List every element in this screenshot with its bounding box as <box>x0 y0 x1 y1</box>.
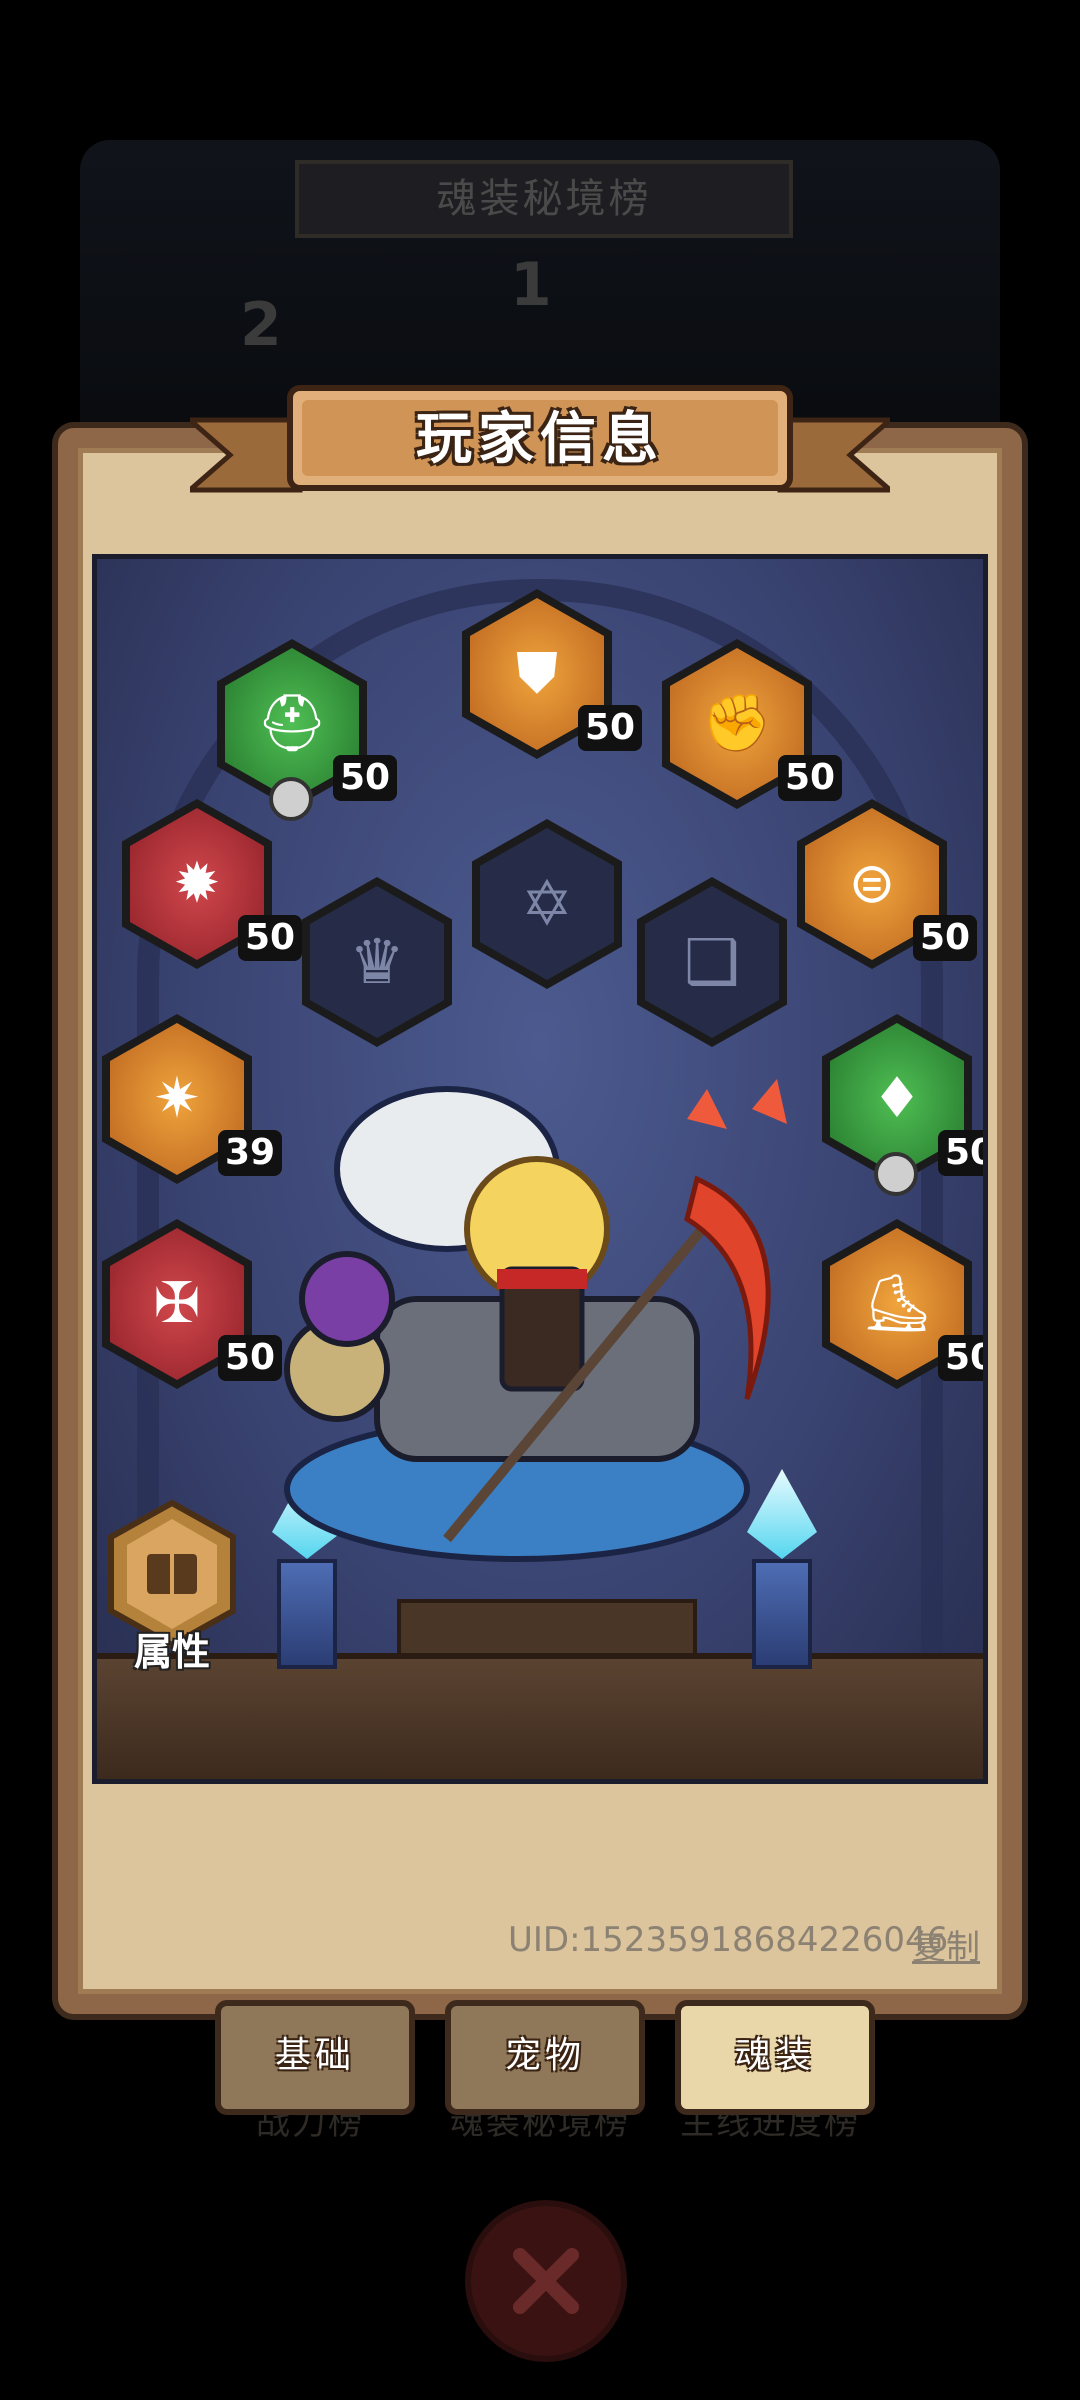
equip-slot-armor[interactable]: ⛊ 50 <box>462 589 642 759</box>
panel-title: 玩家信息 <box>416 407 664 472</box>
gauntlet-icon: ✊ <box>702 691 772 756</box>
crown-icon: ♛ <box>349 925 405 998</box>
item-level: 50 <box>238 915 302 961</box>
item-level: 50 <box>218 1335 282 1381</box>
equip-slot-belt[interactable]: ⊜ 50 <box>797 799 977 969</box>
scroll-icon: ❑ <box>684 925 740 998</box>
equip-slot-cannon[interactable]: ✹ 50 <box>122 799 302 969</box>
tab-basic[interactable]: 基础 <box>215 2000 415 2115</box>
helmet-icon: ⛑ <box>256 691 328 756</box>
spiked-pauldron-icon: ✷ <box>153 1066 201 1131</box>
item-level: 39 <box>218 1130 282 1176</box>
leaderboard-title: 魂装秘境榜 <box>295 160 793 238</box>
item-level: 50 <box>578 705 642 751</box>
equip-slot-shoulder[interactable]: ✷ 39 <box>102 1014 282 1184</box>
attribute-label[interactable]: 属性 <box>97 1621 247 1676</box>
belt-icon: ⊜ <box>848 851 896 916</box>
equipment-scene: ✡ ♛ ❑ ⛑ 50 ⛊ 50 ✊ 50 ✹ 50 ⊜ 50 ✷ 39 ♦ 5 … <box>92 554 988 1784</box>
empty-slot-center[interactable]: ✡ <box>472 819 622 989</box>
close-button[interactable] <box>465 2200 627 2362</box>
item-level: 50 <box>333 755 397 801</box>
gem-badge-icon <box>269 777 313 821</box>
close-icon <box>513 2248 579 2314</box>
item-level: 50 <box>938 1130 983 1176</box>
equip-slot-helmet[interactable]: ⛑ 50 <box>217 639 397 821</box>
copy-uid-link[interactable]: 复制 <box>912 1920 980 1969</box>
equip-slot-claw[interactable]: ✠ 50 <box>102 1219 282 1389</box>
empty-slot-scroll[interactable]: ❑ <box>637 877 787 1047</box>
equip-slot-boots[interactable]: ⛸ 50 <box>822 1219 983 1389</box>
empty-slot-crown[interactable]: ♛ <box>302 877 452 1047</box>
tab-soul-gear[interactable]: 魂装 <box>675 2000 875 2115</box>
claw-icon: ✠ <box>153 1271 201 1336</box>
tab-pet[interactable]: 宠物 <box>445 2000 645 2115</box>
equip-slot-gloves[interactable]: ✊ 50 <box>662 639 842 809</box>
rank-number: 1 <box>510 250 552 320</box>
armor-icon: ⛊ <box>516 641 558 706</box>
equip-slot-cape[interactable]: ♦ 50 <box>822 1014 983 1196</box>
cannon-icon: ✹ <box>173 851 221 916</box>
player-uid: UID:15235918684226046 <box>508 1920 949 1960</box>
cape-icon: ♦ <box>871 1066 923 1131</box>
hexagram-icon: ✡ <box>521 867 573 940</box>
boots-icon: ⛸ <box>861 1271 933 1336</box>
item-level: 50 <box>938 1335 983 1381</box>
rank-number: 2 <box>240 290 282 360</box>
gem-badge-icon <box>874 1152 918 1196</box>
item-level: 50 <box>913 915 977 961</box>
item-level: 50 <box>778 755 842 801</box>
